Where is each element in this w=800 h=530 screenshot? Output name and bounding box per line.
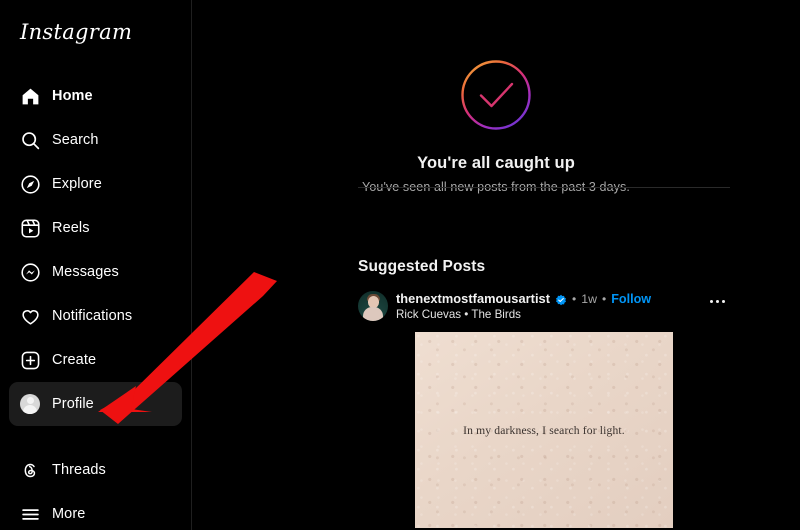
caught-up-title: You're all caught up xyxy=(417,154,575,172)
search-icon xyxy=(11,118,49,162)
sidebar-item-reels[interactable]: Reels xyxy=(9,206,182,250)
sidebar-item-label: Explore xyxy=(52,176,102,192)
sidebar-item-home[interactable]: Home xyxy=(9,74,182,118)
sidebar-item-create[interactable]: Create xyxy=(9,338,182,382)
plus-square-icon xyxy=(11,338,49,382)
post-timestamp: 1w xyxy=(581,291,597,306)
instagram-wordmark-logo[interactable]: Instagram xyxy=(20,20,132,44)
sidebar-item-label: Profile xyxy=(52,396,94,412)
caught-up-section: You're all caught up You've seen all new… xyxy=(192,58,800,194)
post-image-quote-text: In my darkness, I search for light. xyxy=(463,423,625,437)
sidebar-item-label: Threads xyxy=(52,462,106,478)
heart-icon xyxy=(11,294,49,338)
sidebar-item-label: More xyxy=(52,506,86,522)
sidebar-item-explore[interactable]: Explore xyxy=(9,162,182,206)
sidebar-item-notifications[interactable]: Notifications xyxy=(9,294,182,338)
post-subtitle[interactable]: Rick Cuevas • The Birds xyxy=(396,308,521,321)
post-image[interactable]: In my darkness, I search for light. xyxy=(415,332,673,528)
post-username[interactable]: thenextmostfamousartist xyxy=(396,291,550,306)
sidebar-item-messages[interactable]: Messages xyxy=(9,250,182,294)
sidebar-item-more[interactable]: More xyxy=(9,492,182,530)
messenger-icon xyxy=(11,250,49,294)
sidebar-item-profile[interactable]: Profile xyxy=(9,382,182,426)
sidebar-item-label: Reels xyxy=(52,220,90,236)
post-meta-row: thenextmostfamousartist • 1w • Follow xyxy=(396,291,651,306)
sidebar-item-label: Create xyxy=(52,352,97,368)
meta-separator: • xyxy=(601,291,607,306)
gradient-check-circle-icon xyxy=(459,58,533,132)
instagram-app-window: Instagram Home Search Explore Reels Mess… xyxy=(0,0,800,530)
suggested-posts-heading: Suggested Posts xyxy=(358,258,486,275)
sidebar-item-threads[interactable]: Threads xyxy=(9,448,182,492)
reels-icon xyxy=(11,206,49,250)
home-icon xyxy=(11,74,49,118)
sidebar-item-label: Home xyxy=(52,88,93,104)
sidebar-navigation: Instagram Home Search Explore Reels Mess… xyxy=(0,0,192,530)
sidebar-item-label: Messages xyxy=(52,264,119,280)
follow-button[interactable]: Follow xyxy=(611,292,651,306)
verified-badge-icon xyxy=(555,293,567,305)
post-author-avatar[interactable] xyxy=(358,291,388,321)
threads-icon xyxy=(11,448,49,492)
compass-icon xyxy=(11,162,49,206)
feed-main-column: You're all caught up You've seen all new… xyxy=(192,0,800,530)
sidebar-item-label: Notifications xyxy=(52,308,133,324)
more-options-icon[interactable] xyxy=(704,290,730,312)
post-header: thenextmostfamousartist • 1w • Follow Ri… xyxy=(358,288,730,332)
sidebar-item-search[interactable]: Search xyxy=(9,118,182,162)
sidebar-item-label: Search xyxy=(52,132,99,148)
meta-separator: • xyxy=(572,291,577,306)
post-media-container[interactable]: In my darkness, I search for light. xyxy=(358,332,730,528)
section-divider xyxy=(358,187,730,188)
suggested-post-card: thenextmostfamousartist • 1w • Follow Ri… xyxy=(358,288,730,528)
avatar-icon xyxy=(11,382,49,426)
hamburger-menu-icon xyxy=(11,492,49,530)
